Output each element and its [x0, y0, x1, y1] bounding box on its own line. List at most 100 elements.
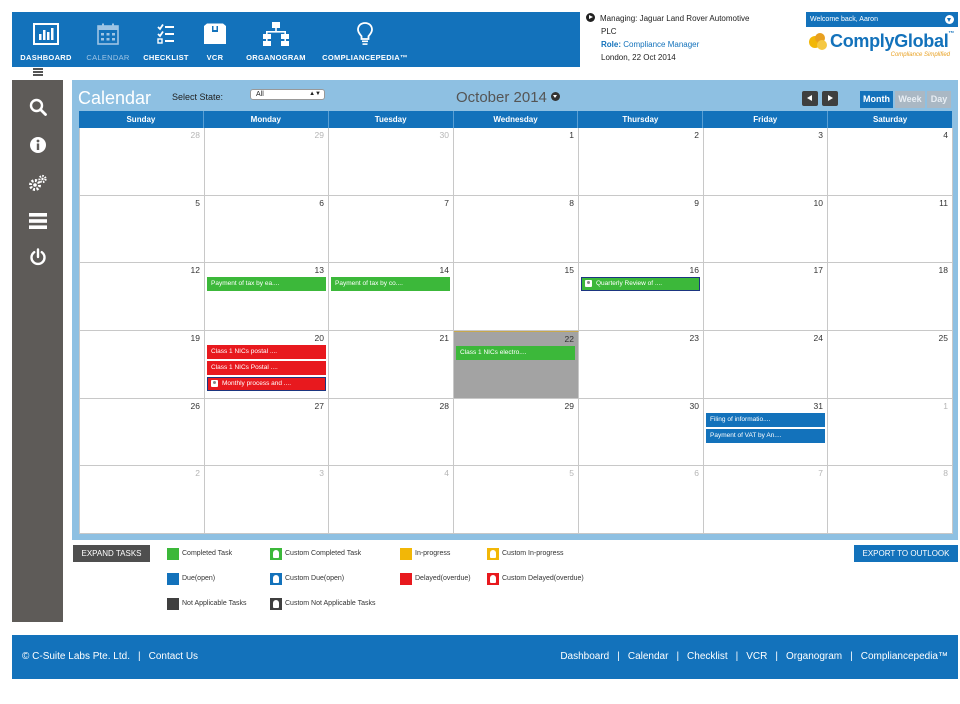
sidebar-settings-button[interactable]	[12, 168, 63, 198]
chevron-right-icon[interactable]	[586, 13, 595, 22]
welcome-menu[interactable]: Welcome back, Aaron	[806, 12, 958, 27]
checklist-icon	[156, 20, 176, 48]
custom-task-user-icon	[270, 598, 282, 610]
day-cell[interactable]: 9	[579, 196, 704, 263]
footer-link-dashboard[interactable]: Dashboard	[560, 651, 609, 662]
location-date: London, 22 Oct 2014	[601, 53, 676, 62]
calendar-event[interactable]: Class 1 NICs Postal ....	[207, 361, 326, 375]
contact-us-link[interactable]: Contact Us	[149, 651, 198, 662]
day-cell[interactable]: 12	[80, 263, 205, 331]
day-cell[interactable]: 14 Payment of tax by co....	[329, 263, 454, 331]
day-cell[interactable]: 30	[579, 399, 704, 466]
day-cell[interactable]: 28	[80, 128, 205, 196]
calendar-event[interactable]: Filing of informatio....	[706, 413, 825, 427]
day-cell[interactable]: 22 Class 1 NICs electro....	[454, 331, 579, 399]
day-cell[interactable]: 20 Class 1 NICs postal .... Class 1 NICs P…	[205, 331, 329, 399]
day-cell[interactable]: 4	[828, 128, 953, 196]
next-month-button[interactable]	[822, 91, 838, 106]
prev-month-button[interactable]	[802, 91, 818, 106]
day-cell[interactable]: 13 Payment of tax by ea....	[205, 263, 329, 331]
footer-link-calendar[interactable]: Calendar	[628, 651, 669, 662]
day-cell[interactable]: 4	[329, 466, 454, 534]
nav-vcr[interactable]: VCR	[198, 12, 232, 67]
day-number: 28	[190, 130, 200, 140]
day-cell[interactable]: 6	[579, 466, 704, 534]
expand-tasks-button[interactable]: EXPAND TASKS	[73, 545, 150, 562]
day-cell[interactable]: 25	[828, 331, 953, 399]
sidebar-search-button[interactable]	[12, 92, 63, 122]
day-cell[interactable]: 3	[704, 128, 828, 196]
hamburger-menu-icon[interactable]	[33, 68, 43, 76]
calendar-event[interactable]: Payment of tax by co....	[331, 277, 450, 291]
day-cell[interactable]: 26	[80, 399, 205, 466]
day-cell[interactable]: 30	[329, 128, 454, 196]
chevron-down-icon[interactable]	[550, 92, 560, 101]
day-cell[interactable]: 18	[828, 263, 953, 331]
day-cell[interactable]: 15	[454, 263, 579, 331]
footer-link-compliancepedia[interactable]: Compliancepedia™	[861, 651, 948, 662]
state-select[interactable]: All ▲▼	[250, 89, 325, 100]
day-cell[interactable]: 8	[454, 196, 579, 263]
day-number: 30	[689, 401, 699, 411]
day-cell[interactable]: 7	[329, 196, 454, 263]
calendar-event[interactable]: Payment of VAT by An....	[706, 429, 825, 443]
nav-compliancepedia[interactable]: COMPLIANCEPEDIA™	[318, 12, 412, 67]
day-cell[interactable]: 24	[704, 331, 828, 399]
day-cell[interactable]: 2	[80, 466, 205, 534]
day-cell[interactable]: 5	[80, 196, 205, 263]
view-week-button[interactable]: Week	[895, 91, 925, 108]
day-cell[interactable]: 3	[205, 466, 329, 534]
day-cell[interactable]: 1	[828, 399, 953, 466]
day-cell[interactable]: 11	[828, 196, 953, 263]
nav-organogram[interactable]: ORGANOGRAM	[242, 12, 310, 67]
day-cell[interactable]: 29	[205, 128, 329, 196]
role-value[interactable]: Compliance Manager	[623, 40, 699, 49]
nav-calendar[interactable]: CALENDAR	[82, 12, 134, 67]
day-cell[interactable]: 1	[454, 128, 579, 196]
export-to-outlook-button[interactable]: EXPORT TO OUTLOOK	[854, 545, 958, 562]
day-cell[interactable]: 27	[205, 399, 329, 466]
calendar-event[interactable]: Class 1 NICs electro....	[456, 346, 575, 360]
month-title[interactable]: October 2014	[456, 89, 560, 106]
day-cell[interactable]: 19	[80, 331, 205, 399]
day-cell[interactable]: 16 Quarterly Review of ....	[579, 263, 704, 331]
day-number: 7	[818, 468, 823, 478]
day-cell[interactable]: 8	[828, 466, 953, 534]
footer-link-organogram[interactable]: Organogram	[786, 651, 842, 662]
day-cell[interactable]: 7	[704, 466, 828, 534]
day-cell[interactable]: 17	[704, 263, 828, 331]
chevron-down-icon[interactable]	[945, 15, 954, 24]
calendar-event[interactable]: Monthly process and ....	[207, 377, 326, 391]
day-cell[interactable]: 21	[329, 331, 454, 399]
sidebar-power-button[interactable]	[12, 242, 63, 272]
day-number: 16	[689, 265, 699, 275]
footer-link-vcr[interactable]: VCR	[746, 651, 767, 662]
nav-checklist[interactable]: CHECKLIST	[140, 12, 192, 67]
day-cell[interactable]: 29	[454, 399, 579, 466]
calendar-event[interactable]: Quarterly Review of ....	[581, 277, 700, 291]
view-day-button[interactable]: Day	[927, 91, 951, 108]
role-line: Role: Compliance Manager	[586, 38, 801, 51]
day-cell[interactable]: 23	[579, 331, 704, 399]
day-cell[interactable]: 2	[579, 128, 704, 196]
day-cell[interactable]: 10	[704, 196, 828, 263]
calendar-event[interactable]: Payment of tax by ea....	[207, 277, 326, 291]
day-number: 3	[319, 468, 324, 478]
nav-dashboard[interactable]: DASHBOARD	[18, 12, 74, 67]
footer-separator: |	[676, 651, 680, 662]
sidebar-info-button[interactable]	[12, 130, 63, 160]
day-cell[interactable]: 6	[205, 196, 329, 263]
sidebar-list-button[interactable]	[12, 206, 63, 236]
view-month-button[interactable]: Month	[860, 91, 893, 108]
calendar-event[interactable]: Class 1 NICs postal ....	[207, 345, 326, 359]
weekday-friday: Friday	[703, 111, 829, 128]
day-number: 20	[314, 333, 324, 343]
day-cell[interactable]: 5	[454, 466, 579, 534]
day-number: 2	[195, 468, 200, 478]
day-cell[interactable]: 31 Filing of informatio.... Payment of VAT…	[704, 399, 828, 466]
day-cell[interactable]: 28	[329, 399, 454, 466]
footer-separator: |	[137, 651, 141, 662]
footer-link-checklist[interactable]: Checklist	[687, 651, 728, 662]
nav-vcr-label: VCR	[206, 53, 224, 62]
settings-gears-icon	[28, 174, 47, 191]
